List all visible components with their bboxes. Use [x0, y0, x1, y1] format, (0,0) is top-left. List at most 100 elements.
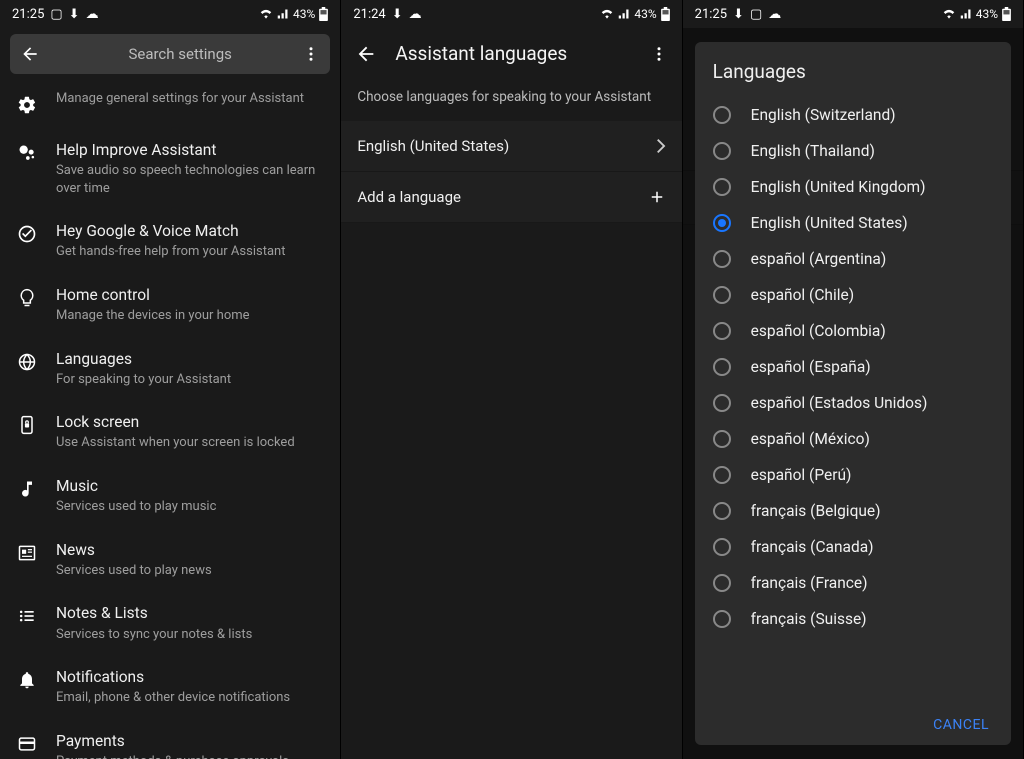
language-label: español (Colombia): [751, 322, 886, 340]
language-label: français (France): [751, 574, 868, 592]
language-option[interactable]: English (Thailand): [713, 133, 993, 169]
setting-subtitle: Manage general settings for your Assista…: [56, 90, 324, 108]
radio-icon: [713, 178, 731, 196]
language-option[interactable]: español (Chile): [713, 277, 993, 313]
setting-item-news[interactable]: NewsServices used to play news: [0, 528, 340, 592]
bell-icon: [16, 669, 38, 691]
language-option[interactable]: English (United States): [713, 205, 993, 241]
language-label: français (Belgique): [751, 502, 881, 520]
radio-icon: [713, 358, 731, 376]
setting-item-music[interactable]: MusicServices used to play music: [0, 464, 340, 528]
setting-item-notifications[interactable]: NotificationsEmail, phone & other device…: [0, 655, 340, 719]
battery-icon: [1002, 7, 1011, 21]
language-option[interactable]: français (France): [713, 565, 993, 601]
radio-icon: [713, 574, 731, 592]
setting-title: Music: [56, 476, 324, 496]
radio-icon: [713, 250, 731, 268]
status-bar: 21:25 ▢ ⬇ ☁ 43%: [0, 0, 340, 28]
download-icon: ⬇: [69, 7, 80, 22]
language-label: français (Canada): [751, 538, 874, 556]
radio-icon: [713, 538, 731, 556]
setting-title: Notes & Lists: [56, 603, 324, 623]
radio-icon: [713, 286, 731, 304]
radio-icon: [713, 106, 731, 124]
current-language-row[interactable]: English (United States): [341, 121, 681, 172]
setting-subtitle: Services to sync your notes & lists: [56, 626, 324, 644]
language-label: English (United States): [751, 214, 908, 232]
cloud-icon: ☁: [409, 7, 422, 22]
setting-subtitle: Use Assistant when your screen is locked: [56, 434, 324, 452]
music-note-icon: [16, 478, 38, 500]
setting-title: Payments: [56, 731, 324, 751]
battery-icon: [661, 7, 670, 21]
language-option[interactable]: español (Colombia): [713, 313, 993, 349]
language-label: English (Thailand): [751, 142, 875, 160]
language-label: español (Estados Unidos): [751, 394, 928, 412]
language-option[interactable]: español (México): [713, 421, 993, 457]
language-option[interactable]: français (Suisse): [713, 601, 993, 637]
language-option[interactable]: español (Argentina): [713, 241, 993, 277]
status-bar: 21:24 ⬇ ☁ 43%: [341, 0, 681, 28]
search-bar[interactable]: Search settings: [10, 34, 330, 74]
plus-icon: [648, 188, 666, 206]
signal-icon: [960, 8, 972, 20]
back-icon[interactable]: [20, 44, 40, 64]
search-placeholder: Search settings: [58, 45, 302, 63]
radio-icon: [713, 322, 731, 340]
assistant-icon: [16, 142, 38, 164]
dialog-title: Languages: [713, 60, 993, 83]
radio-icon: [713, 394, 731, 412]
language-option[interactable]: español (España): [713, 349, 993, 385]
wifi-icon: [600, 8, 614, 20]
radio-icon: [713, 466, 731, 484]
more-icon[interactable]: [650, 45, 668, 63]
image-icon: ▢: [50, 7, 62, 22]
language-option[interactable]: français (Canada): [713, 529, 993, 565]
setting-subtitle: Manage the devices in your home: [56, 307, 324, 325]
setting-item-lock-screen[interactable]: Lock screenUse Assistant when your scree…: [0, 400, 340, 464]
setting-item-notes-lists[interactable]: Notes & Lists Services to sync your notes…: [0, 591, 340, 655]
language-rows: English (United States)Add a language: [341, 121, 681, 223]
setting-subtitle: Save audio so speech technologies can le…: [56, 162, 324, 197]
list-icon: [16, 605, 38, 627]
language-option[interactable]: English (United Kingdom): [713, 169, 993, 205]
signal-icon: [618, 8, 630, 20]
status-time: 21:25: [695, 7, 727, 22]
news-icon: [16, 542, 38, 564]
phone-lock-icon: [16, 414, 38, 436]
language-option[interactable]: español (Estados Unidos): [713, 385, 993, 421]
voice-match-icon: [16, 223, 38, 245]
cancel-button[interactable]: CANCEL: [933, 717, 989, 733]
setting-item-general[interactable]: GeneralManage general settings for your …: [0, 80, 340, 128]
setting-title: Notifications: [56, 667, 324, 687]
setting-item-help-improve-assistant[interactable]: Help Improve AssistantSave audio so spee…: [0, 128, 340, 209]
wifi-icon: [942, 8, 956, 20]
language-option[interactable]: español (Perú): [713, 457, 993, 493]
add-language-row[interactable]: Add a language: [341, 172, 681, 223]
radio-icon: [713, 142, 731, 160]
cloud-icon: ☁: [86, 7, 99, 22]
radio-icon: [713, 214, 731, 232]
dialog-option-list: English (Switzerland) English (Thailand) E…: [713, 97, 993, 704]
radio-icon: [713, 430, 731, 448]
setting-item-payments[interactable]: PaymentsPayment methods & purchase appro…: [0, 719, 340, 759]
more-icon[interactable]: [302, 45, 320, 63]
assistant-languages-pane: 21:24 ⬇ ☁ 43% Assistant languages Choose…: [341, 0, 682, 759]
setting-subtitle: For speaking to your Assistant: [56, 371, 324, 389]
card-icon: [16, 733, 38, 755]
back-icon[interactable]: [355, 43, 377, 65]
status-time: 21:25: [12, 7, 44, 22]
setting-title: News: [56, 540, 324, 560]
setting-item-home-control[interactable]: Home controlManage the devices in your h…: [0, 273, 340, 337]
image-icon: ▢: [750, 7, 762, 22]
language-option[interactable]: English (Switzerland): [713, 97, 993, 133]
battery-percent: 43%: [634, 7, 656, 21]
setting-item-hey-google-voice-match[interactable]: Hey Google & Voice MatchGet hands-free h…: [0, 209, 340, 273]
language-label: español (Chile): [751, 286, 854, 304]
setting-item-languages[interactable]: LanguagesFor speaking to your Assistant: [0, 337, 340, 401]
battery-percent: 43%: [976, 7, 998, 21]
signal-icon: [277, 8, 289, 20]
download-icon: ⬇: [733, 7, 744, 22]
language-option[interactable]: français (Belgique): [713, 493, 993, 529]
status-bar: 21:25 ⬇ ▢ ☁ 43%: [683, 0, 1023, 28]
